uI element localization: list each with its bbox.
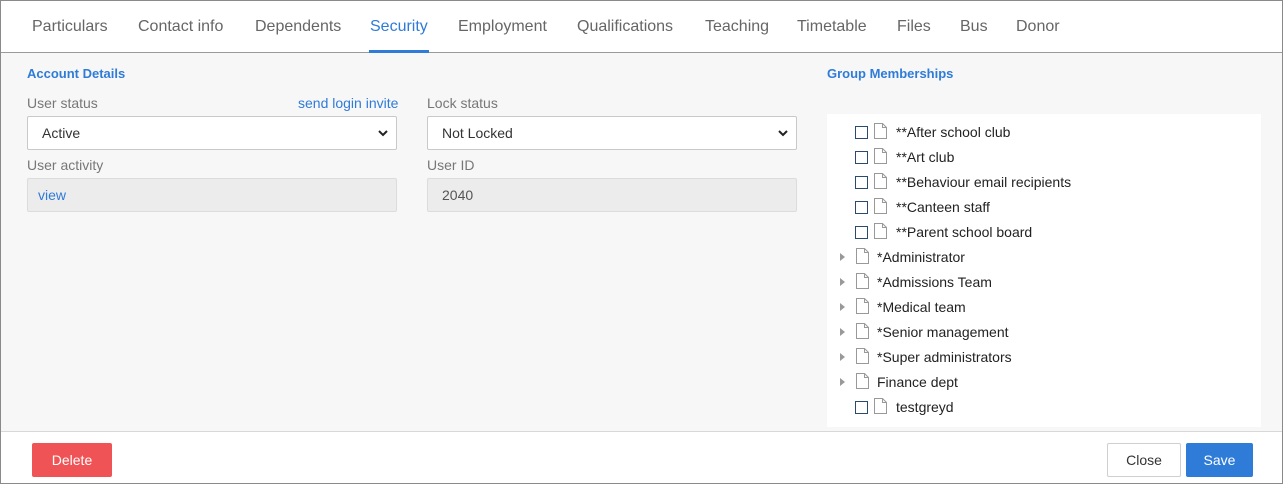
tree-item-canteen-staff[interactable]: **Canteen staff [827, 195, 1261, 220]
tree-item-label: *Admissions Team [877, 274, 992, 290]
expand-icon[interactable] [840, 278, 845, 286]
close-button[interactable]: Close [1107, 443, 1181, 477]
tree-item-label: **Parent school board [896, 224, 1033, 240]
document-icon [874, 223, 887, 239]
user-activity-label: User activity [27, 157, 104, 173]
tree-item-label: **After school club [896, 124, 1011, 140]
lock-status-label: Lock status [427, 95, 498, 111]
user-activity-view-link[interactable]: view [38, 187, 66, 203]
tree-item-testgreyd[interactable]: testgreyd [827, 395, 1261, 420]
tree-item-finance-dept[interactable]: Finance dept [827, 370, 1261, 395]
document-icon [874, 398, 887, 414]
group-memberships-title: Group Memberships [827, 66, 954, 81]
tree-item-label: testgreyd [896, 399, 954, 415]
save-button[interactable]: Save [1186, 443, 1253, 477]
expand-icon[interactable] [840, 303, 845, 311]
checkbox-icon[interactable] [855, 201, 868, 214]
tree-item-administrator[interactable]: *Administrator [827, 245, 1261, 270]
dialog-footer: Delete Close Save [1, 431, 1282, 483]
user-status-select[interactable]: Active [27, 116, 397, 150]
tree-item-art-club[interactable]: **Art club [827, 145, 1261, 170]
tree-item-label: **Behaviour email recipients [896, 174, 1072, 190]
document-icon [856, 373, 869, 389]
document-icon [856, 273, 869, 289]
tab-contact-info[interactable]: Contact info [138, 18, 223, 36]
expand-icon[interactable] [840, 253, 845, 261]
checkbox-icon[interactable] [855, 226, 868, 239]
tab-dependents[interactable]: Dependents [255, 18, 341, 36]
tree-item-label: *Super administrators [877, 349, 1012, 365]
tree-item-label: *Senior management [877, 324, 1009, 340]
tree-item-medical-team[interactable]: *Medical team [827, 295, 1261, 320]
send-login-invite-link[interactable]: send login invite [298, 95, 398, 111]
tree-item-behaviour-email-recipients[interactable]: **Behaviour email recipients [827, 170, 1261, 195]
lock-status-select[interactable]: Not Locked [427, 116, 797, 150]
lock-status-value: Not Locked [442, 125, 513, 141]
account-details-title: Account Details [27, 66, 126, 81]
tab-qualifications[interactable]: Qualifications [577, 18, 673, 36]
delete-button[interactable]: Delete [32, 443, 112, 477]
document-icon [856, 348, 869, 364]
group-tree: **After school club **Art club **Behavio… [827, 114, 1261, 427]
document-icon [874, 148, 887, 164]
chevron-down-icon [378, 130, 388, 137]
tab-files[interactable]: Files [897, 18, 931, 36]
user-id-label: User ID [427, 157, 475, 173]
tab-particulars[interactable]: Particulars [32, 18, 108, 36]
checkbox-icon[interactable] [855, 126, 868, 139]
expand-icon[interactable] [840, 378, 845, 386]
user-id-field: 2040 [427, 178, 797, 212]
tree-item-label: **Canteen staff [896, 199, 990, 215]
user-activity-field: view [27, 178, 397, 212]
tab-teaching[interactable]: Teaching [705, 18, 769, 36]
tree-item-label: Finance dept [877, 374, 958, 390]
checkbox-icon[interactable] [855, 401, 868, 414]
checkbox-icon[interactable] [855, 176, 868, 189]
tree-item-super-administrators[interactable]: *Super administrators [827, 345, 1261, 370]
document-icon [856, 248, 869, 264]
active-tab-indicator [369, 50, 429, 53]
tab-donor[interactable]: Donor [1016, 18, 1060, 36]
document-icon [856, 298, 869, 314]
expand-icon[interactable] [840, 353, 845, 361]
tab-timetable[interactable]: Timetable [797, 18, 867, 36]
user-status-value: Active [42, 125, 81, 141]
document-icon [874, 198, 887, 214]
user-dialog: Particulars Contact info Dependents Secu… [0, 0, 1283, 484]
document-icon [856, 323, 869, 339]
tree-item-senior-management[interactable]: *Senior management [827, 320, 1261, 345]
user-status-label: User status [27, 95, 98, 111]
expand-icon[interactable] [840, 328, 845, 336]
tab-security[interactable]: Security [370, 18, 428, 36]
tree-item-label: **Art club [896, 149, 955, 165]
tree-item-label: *Medical team [877, 299, 966, 315]
tab-bus[interactable]: Bus [960, 18, 988, 36]
document-icon [874, 123, 887, 139]
tree-item-after-school-club[interactable]: **After school club [827, 120, 1261, 145]
tree-item-label: *Administrator [877, 249, 965, 265]
tab-employment[interactable]: Employment [458, 18, 547, 36]
tree-item-admissions-team[interactable]: *Admissions Team [827, 270, 1261, 295]
checkbox-icon[interactable] [855, 151, 868, 164]
chevron-down-icon [778, 130, 788, 137]
document-icon [874, 173, 887, 189]
tab-bar: Particulars Contact info Dependents Secu… [1, 1, 1282, 53]
tree-item-parent-school-board[interactable]: **Parent school board [827, 220, 1261, 245]
